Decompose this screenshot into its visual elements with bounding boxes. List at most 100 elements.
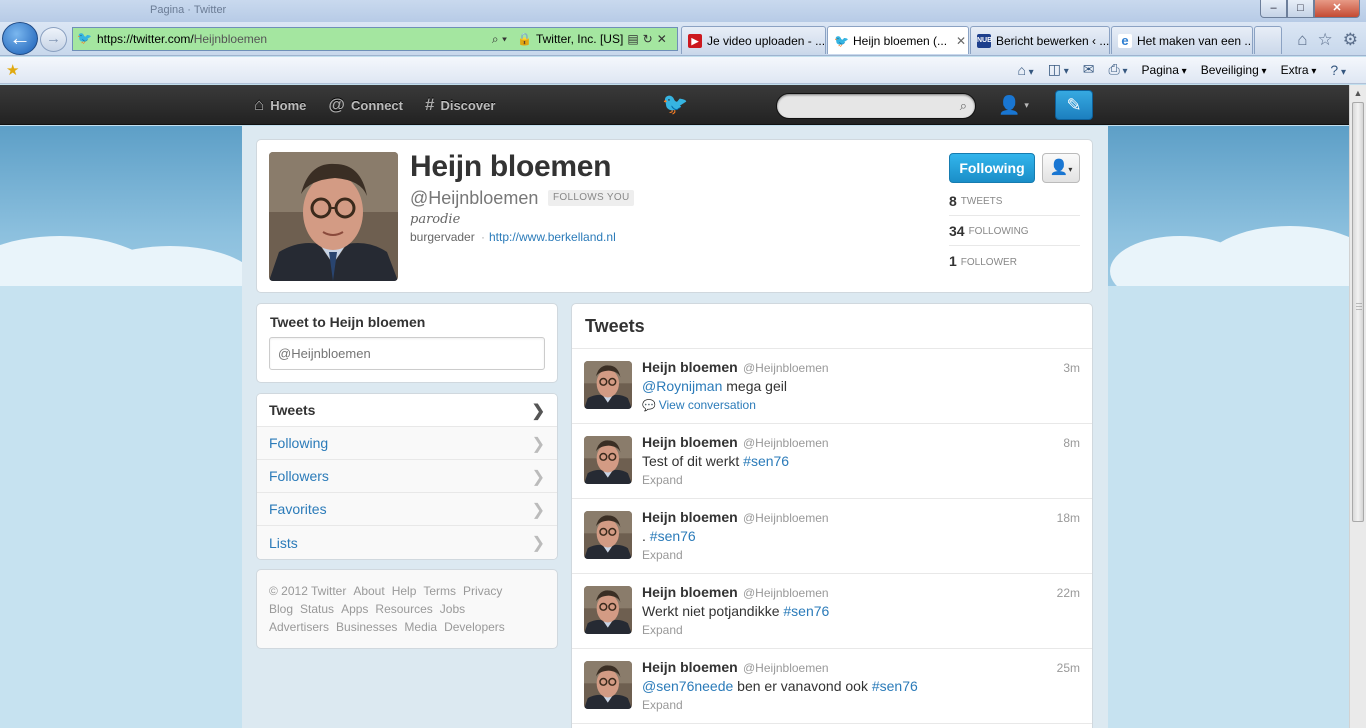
tweet-hashtag-link[interactable]: #sen76 (743, 453, 789, 469)
footer-link[interactable]: Media (404, 620, 437, 634)
close-tab-icon[interactable]: ✕ (956, 34, 966, 48)
tweet-item[interactable]: Heijn bloemen @Heijnbloemen 8m Test of dit … (572, 424, 1092, 499)
tweet-author-name[interactable]: Heijn bloemen (642, 584, 738, 600)
avatar[interactable] (269, 152, 398, 281)
twitter-bird-logo-icon[interactable]: 🐦 (662, 93, 688, 117)
compat-view-icon[interactable]: ▤ (627, 32, 638, 46)
scroll-up-arrow-icon[interactable]: ▲ (1350, 85, 1366, 101)
tweet-timestamp[interactable]: 18m (1057, 511, 1080, 525)
tweet-hashtag-link[interactable]: #sen76 (872, 678, 918, 694)
tweet-mention-link[interactable]: @sen76neede (642, 678, 733, 694)
gear-icon[interactable]: ⚙ (1343, 30, 1358, 50)
maximize-button[interactable]: □ (1287, 0, 1314, 18)
tweet-avatar[interactable] (584, 361, 632, 409)
stat-tweets[interactable]: 8 TWEETS (949, 186, 1080, 216)
tab-ie[interactable]: e Het maken van een ... (1111, 26, 1253, 54)
address-url[interactable]: 🐦 https://twitter.com/Heijnbloemen ⌕ ▾ (73, 28, 513, 50)
tweet-item[interactable]: Heijn bloemen @Heijnbloemen 22m Werkt niet … (572, 574, 1092, 649)
tweet-avatar[interactable] (584, 661, 632, 709)
address-bar[interactable]: 🐦 https://twitter.com/Heijnbloemen ⌕ ▾ 🔒… (72, 27, 678, 51)
tweet-avatar[interactable] (584, 511, 632, 559)
new-tab-button[interactable] (1254, 26, 1282, 54)
tweet-item[interactable]: Heijn bloemen @Heijnbloemen 3m @Roynijman m… (572, 349, 1092, 424)
close-button[interactable]: ✕ (1314, 0, 1360, 18)
stop-icon[interactable]: ✕ (657, 32, 667, 46)
stat-followers[interactable]: 1 FOLLOWER (949, 246, 1080, 276)
footer-link[interactable]: Status (300, 602, 334, 616)
tweet-timestamp[interactable]: 3m (1063, 361, 1080, 375)
expand-link[interactable]: Expand (642, 548, 683, 562)
tweet-author-handle[interactable]: @Heijnbloemen (743, 661, 829, 675)
menu-item-following[interactable]: Following ❯ (257, 427, 557, 460)
tweet-avatar[interactable] (584, 586, 632, 634)
tab-wordpress[interactable]: NUB Bericht bewerken ‹ ... (970, 26, 1110, 54)
tweet-author-handle[interactable]: @Heijnbloemen (743, 511, 829, 525)
view-conversation-link[interactable]: 💬 View conversation (642, 398, 756, 412)
menu-item-tweets[interactable]: Tweets ❯ (257, 394, 557, 427)
tweet-avatar[interactable] (584, 436, 632, 484)
footer-link[interactable]: Advertisers (269, 620, 329, 634)
tweet-author-handle[interactable]: @Heijnbloemen (743, 586, 829, 600)
favorites-star-icon[interactable]: ☆ (1318, 30, 1333, 50)
tweet-hashtag-link[interactable]: #sen76 (783, 603, 829, 619)
refresh-icon[interactable]: ↻ (643, 32, 653, 46)
tweet-to-input[interactable] (269, 337, 545, 370)
home-page-icon[interactable]: ⌂ (1017, 62, 1033, 78)
footer-link[interactable]: Developers (444, 620, 505, 634)
page-scrollbar[interactable]: ▲ — — — (1349, 85, 1366, 728)
footer-link[interactable]: Blog (269, 602, 293, 616)
expand-link[interactable]: Expand (642, 623, 683, 637)
search-icon[interactable]: ⌕ (960, 98, 967, 114)
search-input[interactable] (787, 98, 947, 114)
print-icon[interactable]: ⎙ (1109, 61, 1128, 78)
help-icon[interactable]: ? (1330, 62, 1346, 78)
forward-button[interactable]: → (40, 27, 67, 52)
tweet-author-name[interactable]: Heijn bloemen (642, 509, 738, 525)
tweet-hashtag-link[interactable]: #sen76 (650, 528, 696, 544)
mail-icon[interactable]: ✉ (1083, 61, 1095, 78)
scrollbar-thumb[interactable]: — — — (1352, 102, 1364, 522)
profile-url-link[interactable]: http://www.berkelland.nl (489, 230, 616, 244)
minimize-button[interactable]: – (1260, 0, 1287, 18)
security-info[interactable]: 🔒 Twitter, Inc. [US] ▤ ↻ ✕ (513, 28, 677, 50)
add-favorites-icon[interactable]: ★ (6, 61, 19, 79)
following-button[interactable]: Following (949, 153, 1035, 183)
user-actions-button[interactable]: 👤▾ (1042, 153, 1080, 183)
menu-pagina[interactable]: Pagina (1142, 63, 1187, 77)
footer-link[interactable]: Businesses (336, 620, 397, 634)
footer-link[interactable]: Jobs (440, 602, 465, 616)
menu-item-lists[interactable]: Lists ❯ (257, 526, 557, 559)
nav-home[interactable]: ⌂ Home (254, 85, 306, 125)
tweet-timestamp[interactable]: 22m (1057, 586, 1080, 600)
nav-discover[interactable]: # Discover (425, 85, 495, 125)
home-icon[interactable]: ⌂ (1297, 30, 1307, 50)
tab-twitter[interactable]: 🐦 Heijn bloemen (... ✕ (827, 26, 969, 54)
menu-extra[interactable]: Extra (1281, 63, 1317, 77)
stat-following[interactable]: 34 FOLLOWING (949, 216, 1080, 246)
tweet-author-name[interactable]: Heijn bloemen (642, 434, 738, 450)
footer-link[interactable]: Resources (375, 602, 432, 616)
twitter-search[interactable]: ⌕ (776, 93, 976, 119)
feeds-icon[interactable]: ◫ (1048, 61, 1069, 78)
tweet-item[interactable]: Heijn bloemen @Heijnbloemen 18m. #sen76 Exp… (572, 499, 1092, 574)
footer-link[interactable]: Apps (341, 602, 368, 616)
tweet-timestamp[interactable]: 8m (1063, 436, 1080, 450)
tweet-mention-link[interactable]: @Roynijman (642, 378, 722, 394)
tab-youtube[interactable]: ▶ Je video uploaden - ... (681, 26, 826, 54)
menu-item-followers[interactable]: Followers ❯ (257, 460, 557, 493)
footer-link[interactable]: Terms (423, 584, 456, 598)
nav-connect[interactable]: @ Connect (328, 85, 403, 125)
tweet-author-handle[interactable]: @Heijnbloemen (743, 361, 829, 375)
menu-beveiliging[interactable]: Beveiliging (1201, 63, 1267, 77)
tweet-author-handle[interactable]: @Heijnbloemen (743, 436, 829, 450)
footer-link[interactable]: Help (392, 584, 417, 598)
footer-link[interactable]: Privacy (463, 584, 502, 598)
expand-link[interactable]: Expand (642, 698, 683, 712)
tweet-author-name[interactable]: Heijn bloemen (642, 659, 738, 675)
search-dropdown-icon[interactable]: ⌕ ▾ (492, 32, 507, 47)
footer-link[interactable]: About (353, 584, 384, 598)
user-menu[interactable]: 👤 ▾ (998, 91, 1029, 119)
back-button[interactable]: ← (2, 22, 38, 55)
compose-tweet-button[interactable]: ✎ (1055, 90, 1093, 120)
tweet-author-name[interactable]: Heijn bloemen (642, 359, 738, 375)
